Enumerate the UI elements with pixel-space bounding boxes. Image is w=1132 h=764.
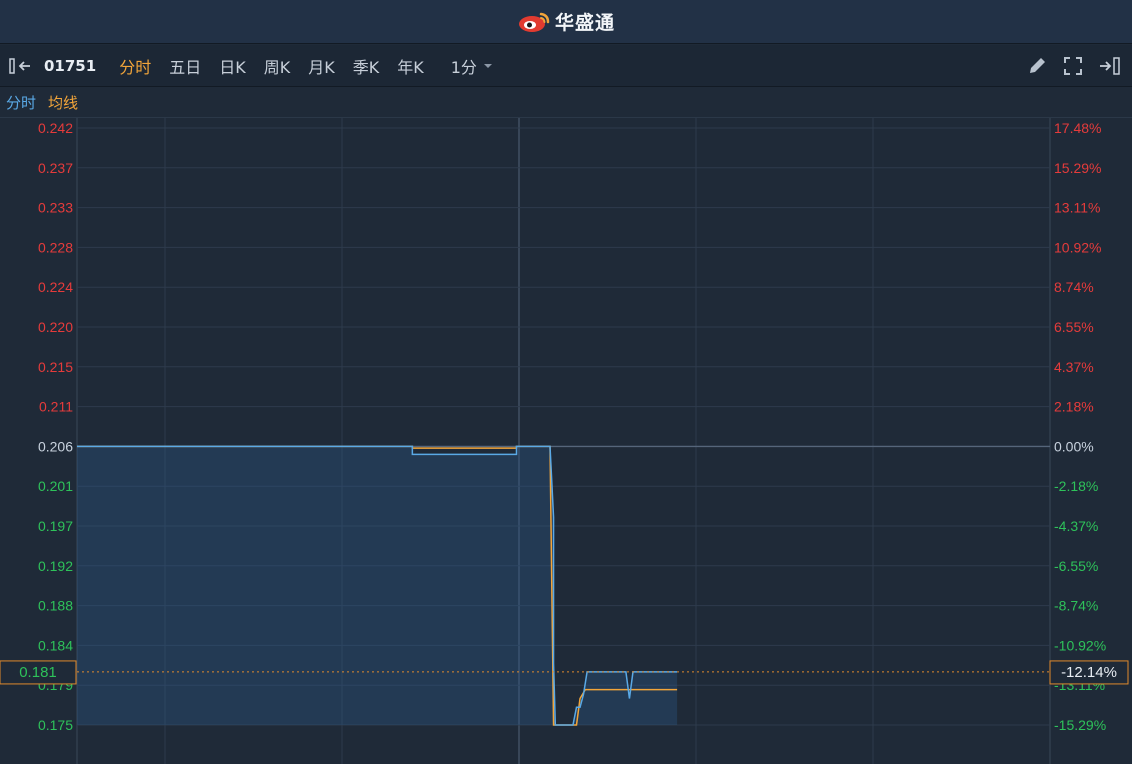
- tab-five-day[interactable]: 五日: [169, 54, 201, 78]
- percent-tick-label: 4.37%: [1054, 359, 1094, 375]
- price-tick-label: 0.184: [38, 637, 73, 653]
- brand-logo: 华盛通: [517, 8, 615, 35]
- percent-tick-label: 10.92%: [1054, 239, 1101, 255]
- percent-tick-label: -10.92%: [1054, 637, 1106, 653]
- price-tick-label: 0.215: [38, 359, 73, 375]
- fullscreen-icon[interactable]: [1062, 55, 1084, 77]
- price-tick-label: 0.175: [38, 717, 73, 733]
- interval-value: 1分: [450, 57, 477, 77]
- price-tick-label: 0.228: [38, 239, 73, 255]
- percent-tick-label: 13.11%: [1054, 200, 1100, 216]
- price-tick-label: 0.211: [39, 399, 73, 415]
- percent-tick-label: -2.18%: [1054, 478, 1098, 494]
- price-tick-label: 0.237: [38, 160, 73, 176]
- price-tick-label: 0.197: [38, 518, 73, 534]
- tab-year-k[interactable]: 年K: [397, 54, 424, 78]
- percent-tick-label: -6.55%: [1054, 558, 1098, 574]
- weibo-eye-icon: [518, 12, 550, 32]
- price-tick-label: 0.224: [38, 279, 73, 295]
- price-tick-label: 0.192: [38, 558, 73, 574]
- price-tick-label: 0.220: [38, 319, 73, 335]
- percent-tick-label: 17.48%: [1054, 120, 1101, 136]
- percent-tick-label: 0.00%: [1054, 438, 1094, 454]
- price-tick-label: 0.201: [38, 478, 73, 494]
- tab-intraday[interactable]: 分时: [119, 54, 151, 78]
- percent-tick-label: 8.74%: [1054, 279, 1094, 295]
- tab-quarter-k[interactable]: 季K: [353, 54, 380, 78]
- collapse-left-icon[interactable]: [8, 56, 38, 76]
- current-percent-label: -12.14%: [1061, 664, 1117, 681]
- chart-legend: 分时 均线: [0, 88, 1132, 118]
- toolbar-actions: [1026, 45, 1122, 87]
- tab-week-k[interactable]: 周K: [264, 54, 291, 78]
- percent-tick-label: 6.55%: [1054, 319, 1094, 335]
- percent-tick-label: -4.37%: [1054, 518, 1098, 534]
- chart-toolbar: 01751 分时 五日 日K 周K 月K 季K 年K 1分: [0, 45, 1132, 87]
- price-tick-label: 0.233: [38, 200, 73, 216]
- intraday-chart[interactable]: 0.242 17.48% 0.237 15.29% 0.233 13.11% 0.228 10…: [0, 118, 1132, 764]
- percent-tick-label: -15.29%: [1054, 717, 1106, 733]
- price-tick-label: 0.188: [38, 598, 73, 614]
- percent-tick-label: -8.74%: [1054, 598, 1098, 614]
- percent-tick-label: 2.18%: [1054, 399, 1094, 415]
- percent-tick-label: 15.29%: [1054, 160, 1101, 176]
- pencil-icon[interactable]: [1026, 55, 1048, 77]
- tab-month-k[interactable]: 月K: [308, 54, 335, 78]
- chevron-down-icon: [483, 63, 492, 68]
- legend-intraday: 分时: [6, 94, 37, 112]
- stock-code[interactable]: 01751: [44, 57, 96, 75]
- app-title-bar: 华盛通: [0, 0, 1132, 44]
- collapse-right-icon[interactable]: [1098, 55, 1122, 77]
- current-price-label: 0.181: [19, 664, 57, 681]
- interval-select[interactable]: 1分: [451, 54, 493, 78]
- brand-name: 华盛通: [554, 12, 615, 34]
- price-tick-label: 0.242: [38, 120, 73, 136]
- price-tick-label: 0.206: [38, 438, 73, 454]
- legend-average: 均线: [48, 94, 79, 112]
- tab-day-k[interactable]: 日K: [219, 54, 246, 78]
